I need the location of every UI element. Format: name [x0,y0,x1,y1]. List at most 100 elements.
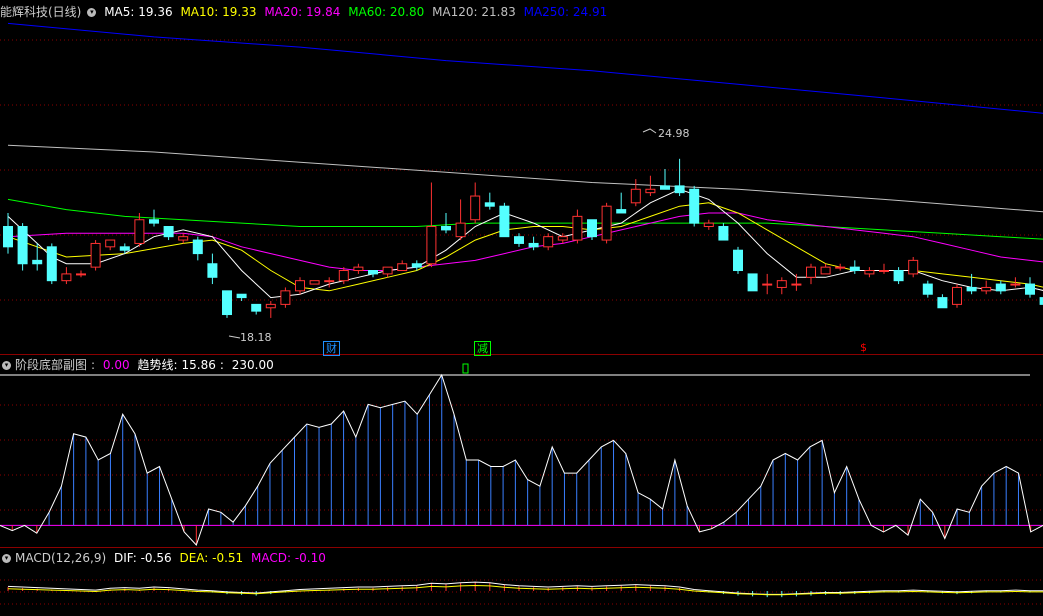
candle-up [645,188,656,194]
ma10-line [7,202,1043,292]
event-marker-dividend[interactable]: $ [858,341,869,354]
candle-down [733,249,743,272]
chart-canvas [0,22,1043,605]
sub1-value3: 230.00 [231,358,274,372]
candle-down [236,293,247,299]
candle-up [61,273,72,282]
sub1-header: ▾ 阶段底部副图: 0.00 趋势线: 15.86: 230.00 [0,355,278,375]
main-header: 能辉科技(日线) ▾ MA5: 19.36 MA10: 19.33 MA20: 1… [0,2,611,22]
indicator-line [0,373,1043,546]
candle-up [791,283,802,286]
candle-up [455,222,466,238]
ma250-line [7,22,1043,114]
peak-marker [462,363,469,374]
macd-name: MACD(12,26,9) [15,551,107,565]
high-price-label: 24.98 [658,127,690,140]
macd-dea: DEA: -0.51 [179,551,244,565]
candle-up [397,263,408,272]
candle-up [134,219,145,244]
candle-up [178,236,189,241]
low-price-label: 18.18 [240,331,272,344]
sub1-value1: 0.00 [102,358,130,372]
ma250-label: MA250: 24.91 [523,5,608,19]
candle-up [703,222,714,228]
candle-up [76,273,86,276]
candle-down [484,202,495,207]
ma10-label: MA10: 19.33 [180,5,257,19]
candle-up [952,286,962,305]
ma20-label: MA20: 19.84 [264,5,341,19]
candle-up [776,280,787,288]
candle-down [616,209,627,214]
candle-down [192,239,203,255]
candle-down [893,270,904,282]
high-pointer [642,128,657,134]
candle-down [689,188,700,224]
event-marker-finance[interactable]: 财 [323,341,340,356]
candle-down [441,226,451,231]
settings-toggle-icon[interactable]: ▾ [2,554,11,563]
candle-down [32,259,43,265]
candle-up [762,283,773,286]
candle-up [1010,283,1021,286]
candle-down [966,286,977,292]
candle-up [864,270,875,275]
candle-down [17,226,28,265]
candle-down [163,226,174,238]
stock-title: 能辉科技(日线) [0,5,82,19]
candle-up [280,290,291,305]
candle-down [368,270,378,275]
candle-up [835,266,846,269]
candle-up [557,236,568,241]
candle-up [601,205,612,241]
candle-down [995,283,1006,292]
candle-up [90,242,101,268]
candle-up [265,303,276,309]
candle-down [514,236,524,244]
candle-down [587,219,597,238]
low-pointer [228,335,241,339]
candle-down [528,242,539,248]
candle-down [674,185,685,194]
candle-down [46,246,57,282]
sub1-name: 阶段底部副图 [15,358,88,372]
candle-down [149,219,159,224]
sub1-value2: 15.86 [181,358,216,372]
candle-down [119,246,130,251]
candle-up [806,266,816,278]
candle-up [309,280,320,285]
candle-down [849,266,860,272]
macd-value: MACD: -0.10 [251,551,326,565]
candle-up [470,195,481,221]
event-marker-reduce[interactable]: 减 [474,341,491,356]
candle-down [251,303,262,312]
macd-dif: DIF: -0.56 [113,551,172,565]
candle-up [630,188,641,204]
candle-up [338,270,349,282]
ma120-line [7,144,1043,213]
candle-up [572,215,583,241]
ma5-label: MA5: 19.36 [104,5,173,19]
candle-down [747,273,758,292]
candle-up [908,259,919,275]
candle-up [295,280,305,292]
candle-down [3,226,13,248]
candle-down [411,263,422,268]
candle-up [543,236,554,248]
candle-up [105,239,116,248]
candle-down [937,297,948,309]
sub1-trend-label: 趋势线: [137,358,178,372]
settings-toggle-icon[interactable]: ▾ [2,361,11,370]
candle-down [499,205,510,238]
ma120-label: MA120: 21.83 [432,5,516,19]
candle-down [222,290,232,316]
candle-up [324,280,335,283]
candle-up [879,270,889,273]
ma20-line [7,212,1043,271]
candle-down [207,263,218,278]
candle-up [820,266,831,275]
settings-toggle-icon[interactable]: ▾ [87,8,97,17]
ma60-label: MA60: 20.80 [348,5,425,19]
candle-up [426,226,437,265]
candle-down [660,185,670,190]
